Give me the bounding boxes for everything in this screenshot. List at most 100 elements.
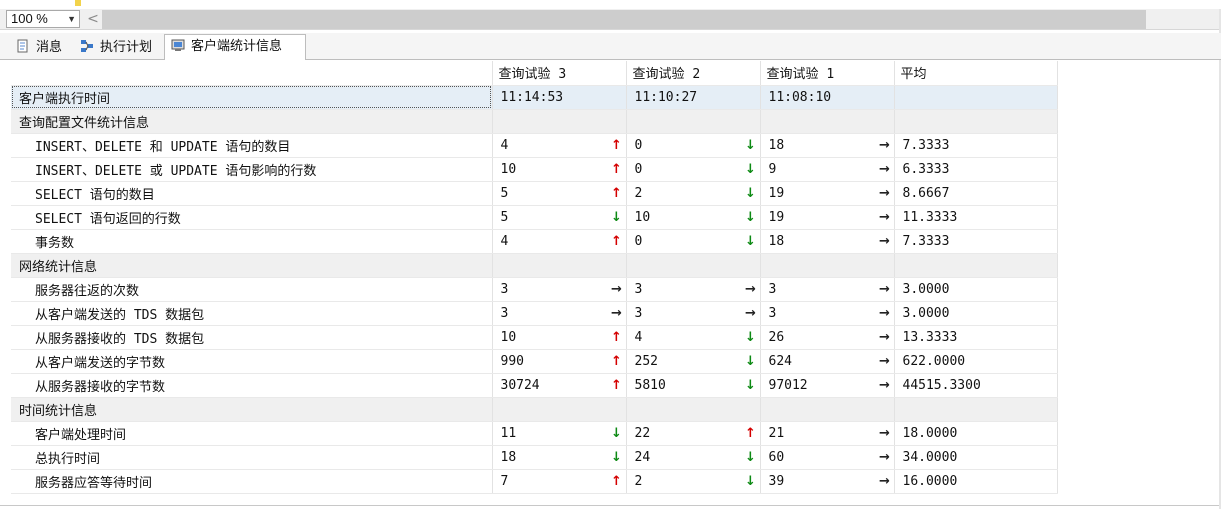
table-row[interactable]: 服务器往返的次数 3 → 3 → 3 → 3.0000 (11, 277, 1058, 302)
tab-messages[interactable]: 消息 (10, 37, 62, 59)
cell-value: 30724 (500, 377, 540, 393)
arrow-up-icon: ↑ (611, 161, 622, 177)
tab-execution-plan[interactable]: 执行计划 (74, 37, 152, 59)
row-label: 从客户端发送的字节数 (11, 349, 493, 374)
arrow-right-icon: → (879, 233, 890, 249)
value-cell: 0 ↓ (626, 229, 761, 254)
value-cell: 5 ↑ (492, 181, 627, 206)
value-cell: 18 → (760, 133, 895, 158)
value-cell: 3.0000 (894, 277, 1058, 302)
category-row[interactable]: 时间统计信息 (11, 397, 1058, 422)
category-value-cell (626, 109, 761, 134)
cell-value: 3 (768, 281, 777, 297)
column-header[interactable]: 查询试验 1 (760, 61, 895, 86)
category-row[interactable]: 查询配置文件统计信息 (11, 109, 1058, 134)
category-row[interactable]: 网络统计信息 (11, 253, 1058, 278)
value-cell: 4 ↑ (492, 229, 627, 254)
arrow-right-icon: → (879, 449, 890, 465)
value-cell: 990 ↑ (492, 349, 627, 374)
value-cell: 10 ↑ (492, 325, 627, 350)
cell-value: 18 (500, 449, 517, 465)
arrow-right-icon: → (745, 281, 756, 297)
table-row[interactable]: 从服务器接收的 TDS 数据包 10 ↑ 4 ↓ 26 → 13.3333 (11, 325, 1058, 350)
cell-value: 6.3333 (902, 161, 950, 177)
category-value-cell (894, 85, 1058, 110)
table-row[interactable]: 从客户端发送的 TDS 数据包 3 → 3 → 3 → 3.0000 (11, 301, 1058, 326)
cell-value: 2 (634, 473, 643, 489)
header-empty-cell (11, 61, 493, 86)
cell-value: 97012 (768, 377, 808, 393)
table-row[interactable]: INSERT、DELETE 和 UPDATE 语句的数目 4 ↑ 0 ↓ 18 → 7.333… (11, 133, 1058, 158)
statistics-table: 查询试验 3 查询试验 2 查询试验 1 平均 客户端执行时间 11:14:53 1… (11, 61, 1058, 494)
top-strip (0, 0, 1221, 8)
table-row[interactable]: INSERT、DELETE 或 UPDATE 语句影响的行数 10 ↑ 0 ↓ 9 → 6.3… (11, 157, 1058, 182)
cell-value: 0 (634, 233, 643, 249)
value-cell: 10 ↓ (626, 205, 761, 230)
table-row[interactable]: 事务数 4 ↑ 0 ↓ 18 → 7.3333 (11, 229, 1058, 254)
cell-value: 44515.3300 (902, 377, 981, 393)
value-cell: 44515.3300 (894, 373, 1058, 398)
column-header[interactable]: 查询试验 2 (626, 61, 761, 86)
cell-value: 990 (500, 353, 524, 369)
arrow-right-icon: → (879, 137, 890, 153)
arrow-down-icon: ↓ (745, 161, 756, 177)
cell-value: 13.3333 (902, 329, 958, 345)
row-label: 事务数 (11, 229, 493, 254)
results-toolbar: 100 % ▼ < (0, 9, 1221, 30)
arrow-up-icon: ↑ (745, 425, 756, 441)
table-row[interactable]: 从服务器接收的字节数 30724 ↑ 5810 ↓ 97012 → 44515.3300 (11, 373, 1058, 398)
value-cell: 7.3333 (894, 229, 1058, 254)
row-label: 从客户端发送的 TDS 数据包 (11, 301, 493, 326)
arrow-down-icon: ↓ (745, 185, 756, 201)
cell-value: 18 (768, 233, 785, 249)
category-label: 客户端执行时间 (11, 85, 493, 110)
row-label: 总执行时间 (11, 445, 493, 470)
cell-value: 18 (768, 137, 785, 153)
value-cell: 18 → (760, 229, 895, 254)
horizontal-scrollbar[interactable] (102, 10, 1146, 29)
cell-value: 622.0000 (902, 353, 966, 369)
cell-value: 252 (634, 353, 658, 369)
cell-value: 22 (634, 425, 651, 441)
category-label: 时间统计信息 (11, 397, 493, 422)
table-row[interactable]: 从客户端发送的字节数 990 ↑ 252 ↓ 624 → 622.0000 (11, 349, 1058, 374)
value-cell: 97012 → (760, 373, 895, 398)
cell-value: 3.0000 (902, 305, 950, 321)
column-header[interactable]: 查询试验 3 (492, 61, 627, 86)
arrow-up-icon: ↑ (611, 233, 622, 249)
cell-value: 10 (500, 161, 517, 177)
value-cell: 4 ↑ (492, 133, 627, 158)
value-cell: 2 ↓ (626, 469, 761, 494)
cell-value: 7.3333 (902, 233, 950, 249)
table-row[interactable]: 服务器应答等待时间 7 ↑ 2 ↓ 39 → 16.0000 (11, 469, 1058, 494)
table-row[interactable]: SELECT 语句返回的行数 5 ↓ 10 ↓ 19 → 11.3333 (11, 205, 1058, 230)
cell-value: 3 (500, 281, 509, 297)
table-row[interactable]: 总执行时间 18 ↓ 24 ↓ 60 → 34.0000 (11, 445, 1058, 470)
cell-value: 9 (768, 161, 777, 177)
table-row[interactable]: 客户端处理时间 11 ↓ 22 ↑ 21 → 18.0000 (11, 421, 1058, 446)
value-cell: 3 → (492, 277, 627, 302)
arrow-down-icon: ↓ (745, 329, 756, 345)
zoom-value: 100 % (11, 11, 48, 26)
value-cell: 624 → (760, 349, 895, 374)
arrow-right-icon: → (879, 473, 890, 489)
selected-category-row[interactable]: 客户端执行时间 11:14:53 11:10:27 11:08:10 (11, 85, 1058, 110)
arrow-down-icon: ↓ (745, 353, 756, 369)
cell-value: 3 (634, 305, 643, 321)
scroll-left-icon[interactable]: < (86, 11, 100, 27)
cell-value: 39 (768, 473, 785, 489)
client-statistics-icon (171, 37, 185, 51)
tab-label: 执行计划 (100, 40, 153, 55)
zoom-select[interactable]: 100 % ▼ (6, 10, 80, 28)
value-cell: 3 → (626, 277, 761, 302)
category-label: 网络统计信息 (11, 253, 493, 278)
tab-client-statistics[interactable]: 客户端统计信息 (164, 34, 306, 60)
cell-value: 3 (768, 305, 777, 321)
arrow-right-icon: → (879, 353, 890, 369)
table-row[interactable]: SELECT 语句的数目 5 ↑ 2 ↓ 19 → 8.6667 (11, 181, 1058, 206)
value-cell: 5810 ↓ (626, 373, 761, 398)
cell-value: 4 (634, 329, 643, 345)
arrow-up-icon: ↑ (611, 353, 622, 369)
column-header[interactable]: 平均 (894, 61, 1058, 86)
chevron-down-icon[interactable]: ▼ (67, 11, 76, 27)
